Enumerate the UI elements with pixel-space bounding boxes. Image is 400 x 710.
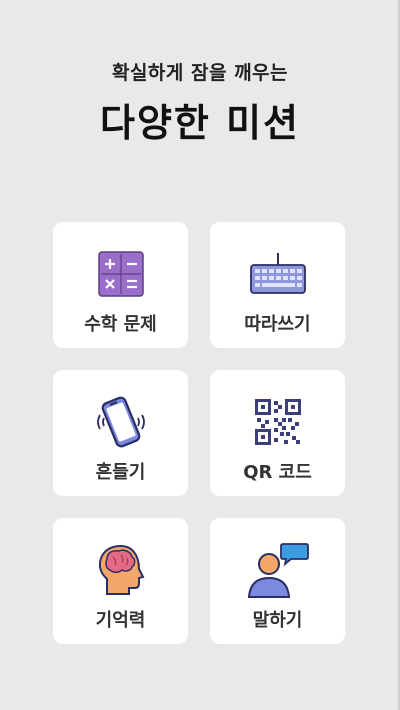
calculator-icon xyxy=(97,251,144,297)
mission-label-shake: 흔들기 xyxy=(95,462,146,483)
qr-code-icon xyxy=(254,399,301,445)
mission-label-speaking: 말하기 xyxy=(252,610,303,631)
page-subtitle: 확실하게 잠을 깨우는 xyxy=(111,62,289,84)
mission-card-memory[interactable]: 기억력 xyxy=(53,518,188,644)
mission-card-qr[interactable]: QR 코드 xyxy=(210,370,345,496)
mission-card-shake[interactable]: 흔들기 xyxy=(53,370,188,496)
speaking-person-icon xyxy=(247,543,309,598)
brain-head-icon xyxy=(98,544,144,595)
mission-card-typing[interactable]: 따라쓰기 xyxy=(210,222,345,348)
mission-label-math: 수학 문제 xyxy=(84,314,157,335)
page-title: 다양한 미션 xyxy=(99,101,301,145)
mission-card-speaking[interactable]: 말하기 xyxy=(210,518,345,644)
keyboard-icon xyxy=(249,253,306,294)
mission-card-math[interactable]: 수학 문제 xyxy=(53,222,188,348)
mission-label-typing: 따라쓰기 xyxy=(244,314,311,335)
mission-label-memory: 기억력 xyxy=(95,610,146,631)
mission-label-qr: QR 코드 xyxy=(243,462,312,483)
shaking-phone-icon xyxy=(96,396,145,448)
